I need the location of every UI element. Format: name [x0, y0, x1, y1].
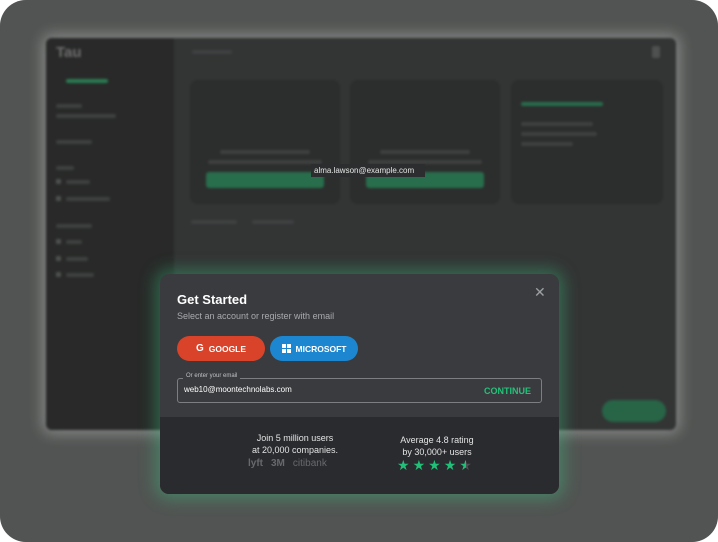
star-icon: ★ [428, 457, 441, 473]
microsoft-button-label: MICROSOFT [295, 343, 347, 354]
get-started-modal: Get Started Select an account or registe… [160, 274, 559, 494]
email-input[interactable] [184, 385, 454, 394]
lyft-logo: lyft [248, 458, 263, 469]
modal-footer: Join 5 million users at 20,000 companies… [160, 417, 559, 494]
email-field-box: Or enter your email CONTINUE [177, 373, 542, 403]
half-star-icon: ★ [459, 457, 472, 473]
google-signin-button[interactable]: G GOOGLE [177, 336, 265, 361]
rating-text: Average 4.8 rating by 30,000+ users [392, 434, 482, 458]
star-icon: ★ [397, 457, 410, 473]
google-icon: G [195, 343, 204, 354]
modal-title: Get Started [177, 292, 248, 307]
user-count-line2: at 20,000 companies. [251, 445, 339, 455]
customer-logos: lyft 3M citibank [248, 458, 327, 469]
citibank-logo: citibank [292, 458, 327, 469]
google-button-label: GOOGLE [208, 343, 247, 354]
continue-button[interactable]: CONTINUE [484, 386, 531, 396]
microsoft-icon [281, 344, 291, 353]
3m-logo: 3M [271, 458, 285, 469]
star-icon: ★ [412, 457, 426, 473]
rating-line1: Average 4.8 rating [400, 435, 474, 445]
microsoft-signin-button[interactable]: MICROSOFT [270, 336, 358, 361]
rating-stars: ★ ★ ★ ★ ★ [397, 458, 472, 472]
user-count-line1: Join 5 million users [256, 433, 334, 443]
star-icon: ★ [443, 457, 457, 473]
email-tooltip: alma.lawson@example.com [311, 164, 425, 177]
modal-subtitle: Select an account or register with email [177, 311, 335, 321]
email-field-label: Or enter your email [183, 373, 241, 379]
close-icon[interactable]: ✕ [534, 285, 546, 299]
user-count-text: Join 5 million users at 20,000 companies… [230, 432, 360, 456]
